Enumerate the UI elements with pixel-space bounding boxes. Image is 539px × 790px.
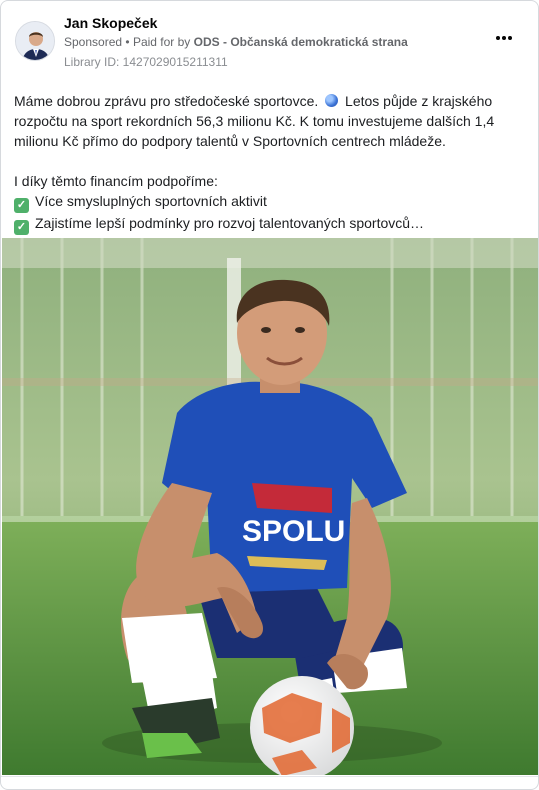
text-line-3: milionu Kč přímo do podpory talentů v Sp…	[14, 133, 446, 149]
card-divider	[1, 776, 538, 777]
list-item: ✓ Více smysluplných sportovních aktivit	[14, 191, 526, 213]
sponsor-name[interactable]: ODS - Občanská demokratická strana	[194, 35, 408, 49]
globe-icon	[325, 94, 339, 107]
text-line-1: Máme dobrou zprávu pro středočeské sport…	[14, 91, 526, 111]
check-mark-icon: ✓	[14, 220, 29, 235]
text-line-4: I díky těmto financím podpoříme:	[14, 173, 218, 189]
ad-post-card: Jan Skopeček Sponsored • Paid for by ODS…	[0, 0, 539, 790]
jersey-text: SPOLU	[242, 515, 345, 548]
author-name[interactable]: Jan Skopeček	[64, 15, 157, 31]
library-id: Library ID: 1427029015211311	[64, 55, 228, 69]
list-item-text: Více smysluplných sportovních aktivit	[35, 193, 267, 209]
sponsored-meta: Sponsored • Paid for by ODS - Občanská d…	[64, 35, 408, 49]
list-item: ✓ Zajistíme lepší podmínky pro rozvoj tal…	[14, 213, 526, 235]
list-item-text: Zajistíme lepší podmínky pro rozvoj tale…	[35, 215, 425, 231]
paid-for-prefix: Paid for by	[132, 35, 191, 49]
sponsored-label[interactable]: Sponsored	[64, 35, 122, 49]
text-segment: Máme dobrou zprávu pro středočeské sport…	[14, 93, 319, 109]
check-mark-icon: ✓	[14, 198, 29, 213]
more-options-icon[interactable]	[492, 32, 516, 44]
post-text: Máme dobrou zprávu pro středočeské sport…	[14, 91, 526, 235]
text-line-2: rozpočtu na sport rekordních 56,3 milion…	[14, 113, 495, 129]
author-avatar[interactable]	[15, 21, 55, 61]
meta-separator: •	[125, 35, 130, 49]
text-segment: Letos půjde z krajského	[345, 93, 493, 109]
post-image[interactable]: SPOLU	[2, 238, 538, 775]
post-header: Jan Skopeček Sponsored • Paid for by ODS…	[15, 14, 524, 74]
